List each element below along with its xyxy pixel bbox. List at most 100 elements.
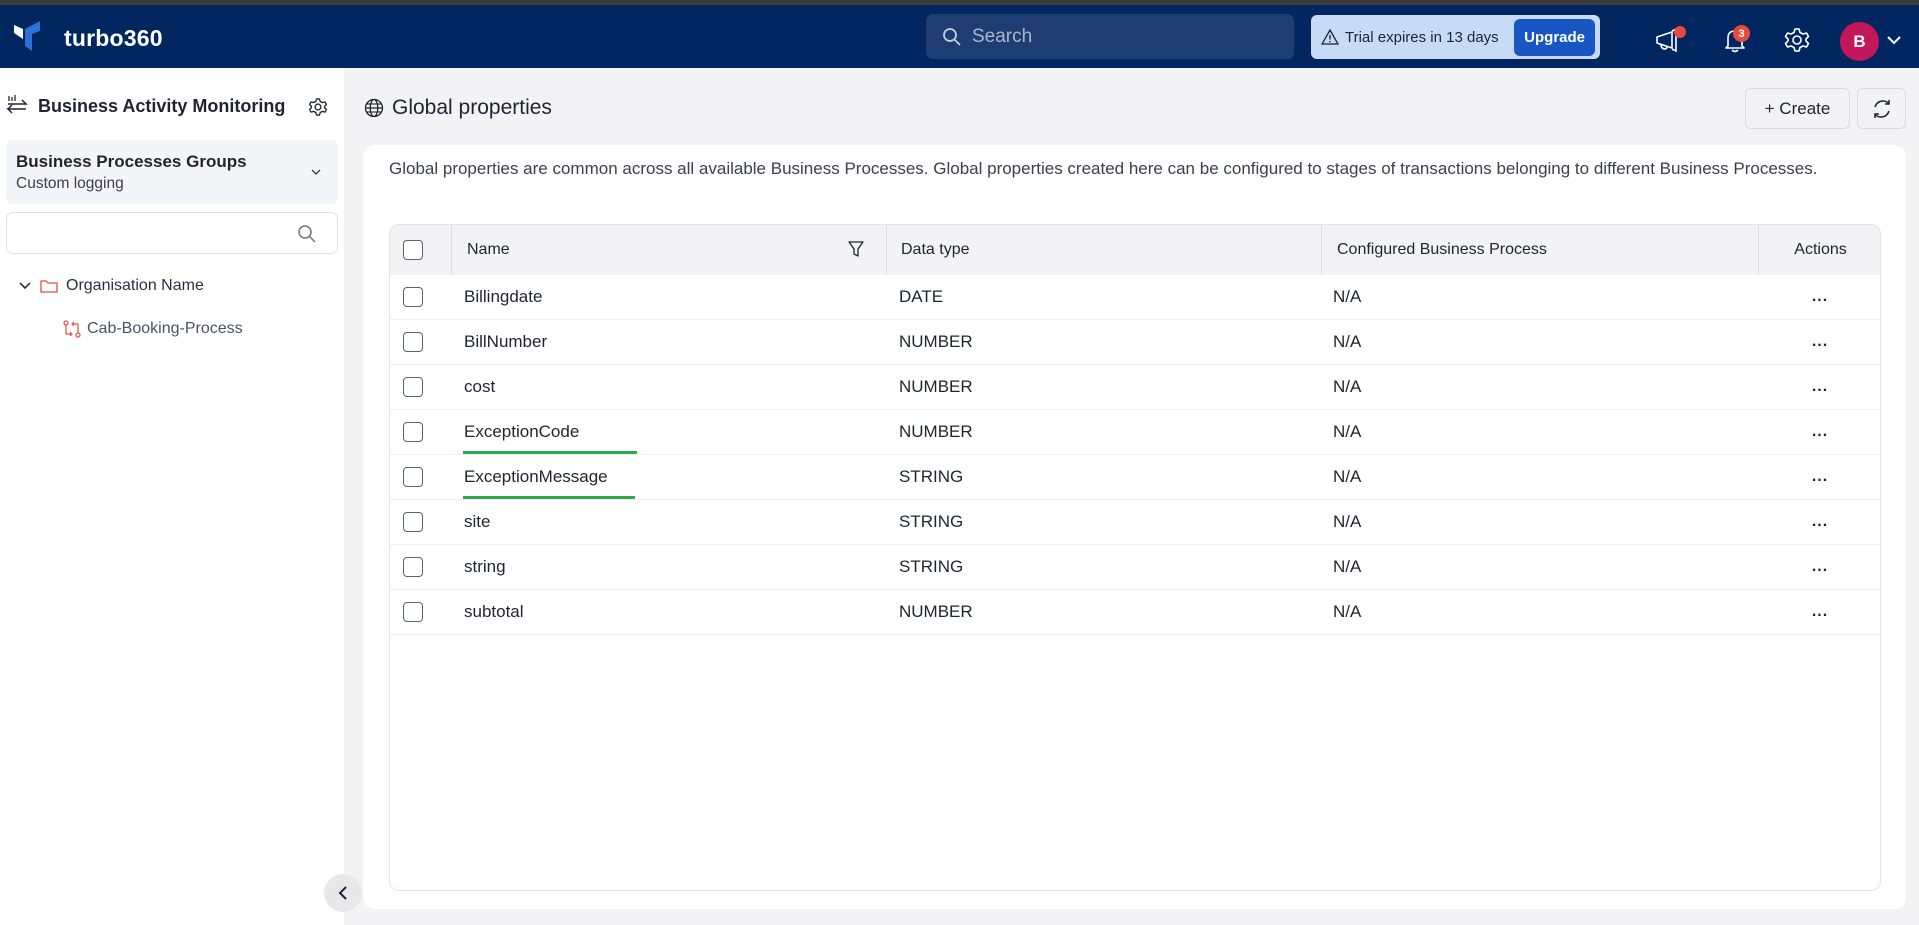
tree-process-label: Cab-Booking-Process xyxy=(87,320,243,337)
table-row[interactable]: ExceptionMessage STRING N/A... xyxy=(390,455,1880,500)
property-name: cost xyxy=(464,377,496,396)
table-row[interactable]: ExceptionCode NUMBER N/A... xyxy=(390,410,1880,455)
column-header-name[interactable]: Name xyxy=(451,225,886,275)
column-header-data-type[interactable]: Data type xyxy=(886,225,1321,275)
sidebar: Business Activity Monitoring Business Pr… xyxy=(0,68,344,925)
row-actions-cell: ... xyxy=(1758,590,1880,634)
table-row[interactable]: subtotal NUMBER N/A... xyxy=(390,590,1880,635)
chevron-down-icon[interactable] xyxy=(1886,34,1902,46)
more-actions-icon[interactable]: ... xyxy=(1812,603,1828,621)
property-name: BillNumber xyxy=(464,332,548,351)
more-actions-icon[interactable]: ... xyxy=(1812,558,1828,576)
chevron-down-icon xyxy=(311,169,321,175)
page-header: Global properties xyxy=(364,96,552,120)
property-configured-process: N/A xyxy=(1333,602,1362,621)
row-actions-cell: ... xyxy=(1758,455,1880,499)
highlight-underline xyxy=(463,451,637,454)
column-configured-process-label: Configured Business Process xyxy=(1337,241,1547,258)
user-avatar[interactable]: B xyxy=(1840,22,1879,61)
row-select-cell xyxy=(403,320,423,364)
row-checkbox[interactable] xyxy=(403,377,423,397)
business-process-group-selector[interactable]: Business Processes Groups Custom logging xyxy=(6,140,338,204)
row-checkbox[interactable] xyxy=(403,422,423,442)
property-data-type: STRING xyxy=(899,512,964,531)
tree-item-organisation[interactable]: Organisation Name xyxy=(18,277,204,295)
sidebar-search-input[interactable] xyxy=(17,213,297,251)
table-row[interactable]: string STRING N/A... xyxy=(390,545,1880,590)
search-icon xyxy=(943,27,961,46)
select-all-checkbox[interactable] xyxy=(403,240,423,260)
table-row[interactable]: BillNumber NUMBER N/A... xyxy=(390,320,1880,365)
property-configured-process: N/A xyxy=(1333,332,1362,351)
chevron-left-icon xyxy=(338,886,347,900)
row-checkbox[interactable] xyxy=(403,512,423,532)
search-input[interactable] xyxy=(972,25,1272,48)
property-configured-process: N/A xyxy=(1333,512,1362,531)
create-button[interactable]: + Create xyxy=(1745,88,1850,129)
more-actions-icon[interactable]: ... xyxy=(1812,468,1828,486)
filter-icon[interactable] xyxy=(848,241,864,258)
trial-text: Trial expires in 13 days xyxy=(1345,28,1499,46)
table-row[interactable]: site STRING N/A... xyxy=(390,500,1880,545)
folder-icon xyxy=(40,280,58,293)
table-row[interactable]: cost NUMBER N/A... xyxy=(390,365,1880,410)
property-configured-process: N/A xyxy=(1333,467,1362,486)
row-checkbox[interactable] xyxy=(403,287,423,307)
gear-icon[interactable] xyxy=(1782,25,1812,55)
more-actions-icon[interactable]: ... xyxy=(1812,288,1828,306)
table-row[interactable]: Billingdate DATE N/A... xyxy=(390,275,1880,320)
more-actions-icon[interactable]: ... xyxy=(1812,423,1828,441)
refresh-button[interactable] xyxy=(1857,88,1906,129)
chevron-down-icon[interactable] xyxy=(18,281,32,291)
global-properties-card: Global properties are common across all … xyxy=(363,145,1906,909)
column-header-configured-process[interactable]: Configured Business Process xyxy=(1321,225,1758,275)
property-data-type: STRING xyxy=(899,467,964,486)
upgrade-button[interactable]: Upgrade xyxy=(1514,19,1595,56)
tree-item-process[interactable]: Cab-Booking-Process xyxy=(63,320,243,338)
row-select-cell xyxy=(403,455,423,499)
search-icon[interactable] xyxy=(297,224,317,244)
row-checkbox[interactable] xyxy=(403,557,423,577)
group-subtitle: Custom logging xyxy=(16,175,124,192)
highlight-underline xyxy=(463,496,635,499)
page-title: Global properties xyxy=(392,96,552,119)
more-actions-icon[interactable]: ... xyxy=(1812,513,1828,531)
globe-icon xyxy=(364,98,384,118)
more-actions-icon[interactable]: ... xyxy=(1812,378,1828,396)
property-name: string xyxy=(464,557,506,576)
property-data-type: NUMBER xyxy=(899,377,973,396)
group-title: Business Processes Groups xyxy=(16,152,247,171)
property-name: ExceptionMessage xyxy=(464,467,608,486)
global-properties-table: Name Data type Configured Business Proce… xyxy=(389,224,1881,891)
row-checkbox[interactable] xyxy=(403,467,423,487)
row-checkbox[interactable] xyxy=(403,602,423,622)
row-checkbox[interactable] xyxy=(403,332,423,352)
sidebar-title: Business Activity Monitoring xyxy=(38,95,286,116)
settings-gear-icon[interactable] xyxy=(307,96,329,118)
global-search[interactable] xyxy=(926,14,1294,59)
trial-banner: Trial expires in 13 days Upgrade xyxy=(1311,15,1600,59)
more-actions-icon[interactable]: ... xyxy=(1812,333,1828,351)
row-actions-cell: ... xyxy=(1758,500,1880,544)
warning-icon xyxy=(1321,29,1339,45)
bam-arrows-icon xyxy=(6,95,28,114)
sidebar-search[interactable] xyxy=(6,212,338,254)
property-data-type: NUMBER xyxy=(899,602,973,621)
row-actions-cell: ... xyxy=(1758,410,1880,454)
column-header-actions: Actions xyxy=(1758,225,1880,275)
collapse-sidebar-button[interactable] xyxy=(324,874,362,912)
brand-name[interactable]: turbo360 xyxy=(64,25,163,52)
property-data-type: STRING xyxy=(899,557,964,576)
column-data-type-label: Data type xyxy=(901,241,970,258)
property-data-type: DATE xyxy=(899,287,944,306)
property-name: subtotal xyxy=(464,602,524,621)
turbo360-logo-icon[interactable] xyxy=(14,21,42,51)
announcement-dot xyxy=(1674,26,1686,38)
row-actions-cell: ... xyxy=(1758,275,1880,319)
property-data-type: NUMBER xyxy=(899,332,973,351)
table-header: Name Data type Configured Business Proce… xyxy=(390,225,1880,275)
column-name-label: Name xyxy=(467,241,510,258)
row-actions-cell: ... xyxy=(1758,365,1880,409)
column-actions-label: Actions xyxy=(1794,241,1847,258)
property-configured-process: N/A xyxy=(1333,422,1362,441)
